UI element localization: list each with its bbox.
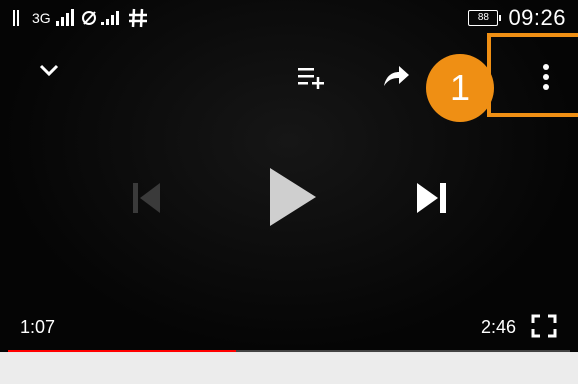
signal-bars-icon — [55, 9, 74, 26]
callout-badge: 1 — [426, 54, 494, 122]
battery-level: 88 — [477, 12, 489, 23]
skip-previous-icon[interactable] — [130, 180, 164, 216]
chevron-down-icon[interactable] — [36, 60, 62, 80]
highlight-box — [487, 33, 578, 117]
fullscreen-icon[interactable] — [530, 313, 558, 339]
status-left: 3G — [12, 6, 149, 30]
video-player[interactable]: 3G 88 09:26 1:07 2:46 1 — [0, 0, 578, 352]
signal-icon — [13, 10, 19, 26]
status-time: 09:26 — [508, 5, 566, 30]
screen: 3G 88 09:26 1:07 2:46 1 — [0, 0, 578, 384]
network-label: 3G — [32, 10, 51, 26]
share-icon[interactable] — [380, 62, 412, 90]
no-sim-signal-icon — [81, 11, 119, 25]
progress-fill — [8, 350, 236, 352]
progress-bar[interactable] — [8, 350, 570, 352]
current-time: 1:07 — [20, 317, 56, 337]
add-to-queue-icon[interactable] — [296, 64, 330, 92]
hash-icon — [128, 8, 147, 28]
battery-icon: 88 — [468, 10, 502, 26]
status-right: 88 09:26 — [468, 5, 566, 31]
skip-next-icon[interactable] — [414, 180, 450, 216]
play-icon[interactable] — [266, 166, 320, 228]
status-bar: 3G 88 09:26 — [0, 0, 578, 36]
total-time: 2:46 — [481, 317, 517, 337]
content-area — [0, 353, 578, 384]
